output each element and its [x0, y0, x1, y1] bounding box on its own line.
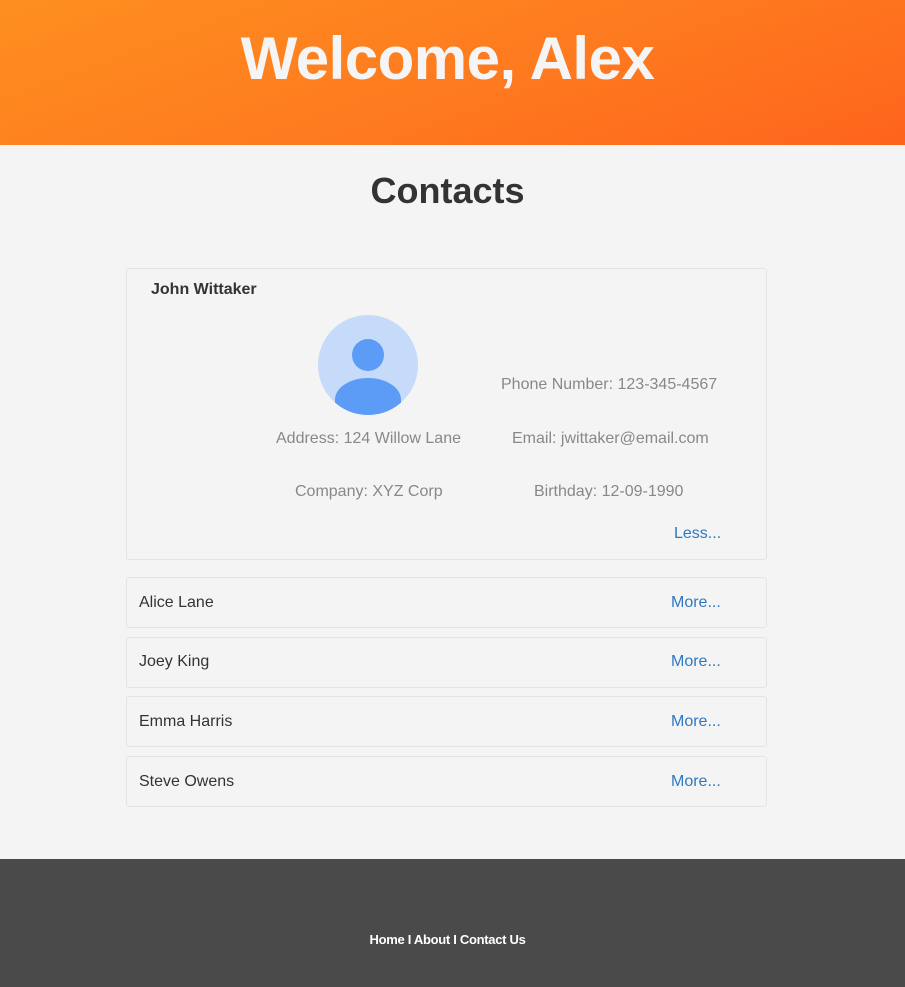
- avatar-head: [352, 339, 384, 371]
- contact-row-name: Emma Harris: [139, 713, 233, 730]
- contact-phone: Phone Number: 123-345-4567: [501, 376, 718, 393]
- contact-name: John Wittaker: [151, 281, 257, 298]
- footer-link-home[interactable]: Home: [370, 932, 405, 947]
- contact-row-name: Alice Lane: [139, 594, 214, 611]
- more-link[interactable]: More...: [671, 773, 721, 791]
- footer-separator: I: [453, 932, 457, 947]
- contact-row: Joey King More...: [126, 637, 767, 688]
- more-link[interactable]: More...: [671, 653, 721, 671]
- more-link[interactable]: More...: [671, 594, 721, 612]
- contact-company: Company: XYZ Corp: [295, 483, 443, 500]
- contact-row-name: Steve Owens: [139, 773, 235, 790]
- footer: Home I About I Contact Us: [0, 859, 905, 987]
- contacts-title: Contacts: [370, 170, 525, 211]
- contact-row: Emma Harris More...: [126, 696, 767, 747]
- contact-row-name: Joey King: [139, 653, 210, 670]
- contact-row: Steve Owens More...: [126, 756, 767, 807]
- user-avatar-icon: [318, 315, 418, 415]
- contact-email: Email: jwittaker@email.com: [512, 430, 709, 447]
- contact-row: Alice Lane More...: [126, 577, 767, 628]
- contact-address: Address: 124 Willow Lane: [276, 430, 461, 447]
- avatar-body: [335, 378, 401, 415]
- welcome-header: Welcome, Alex: [0, 0, 905, 145]
- footer-separator: I: [407, 932, 412, 947]
- less-link[interactable]: Less...: [674, 525, 721, 543]
- contact-birthday: Birthday: 12-09-1990: [534, 483, 684, 500]
- footer-nav: Home I About I Contact Us: [0, 932, 895, 947]
- contact-card-expanded: John Wittaker Phone Number: 123-345-4567…: [126, 268, 767, 560]
- footer-link-contact-us[interactable]: Contact Us: [460, 932, 526, 947]
- more-link[interactable]: More...: [671, 713, 721, 731]
- footer-link-about[interactable]: About: [414, 932, 450, 947]
- welcome-title: Welcome, Alex: [240, 25, 655, 92]
